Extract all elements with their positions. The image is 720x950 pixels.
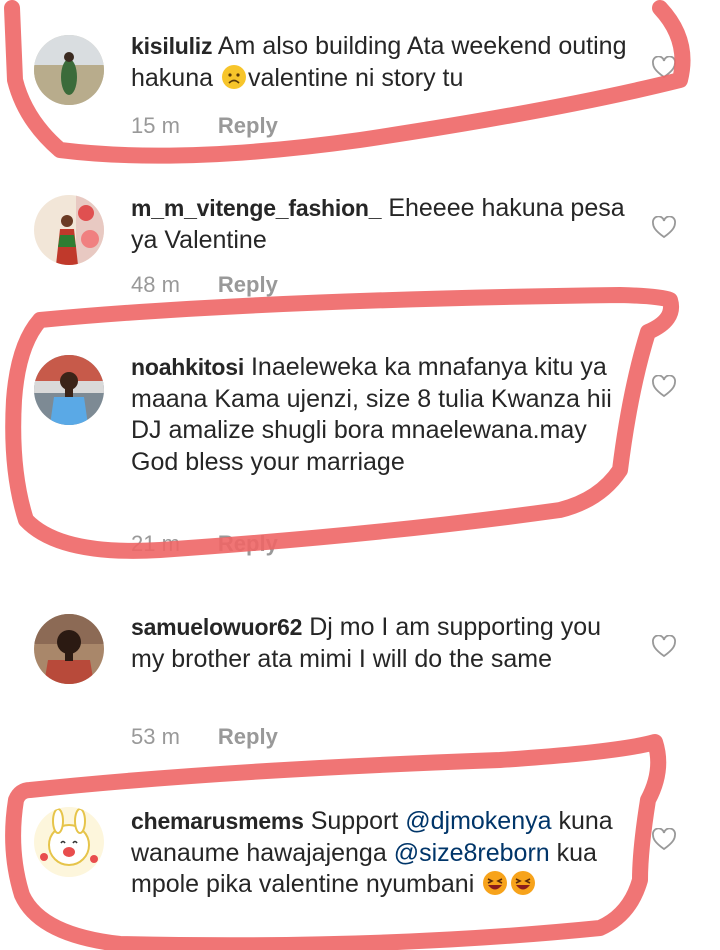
heart-outline-icon[interactable]: [651, 828, 677, 852]
comment-text: chemarusmems Support @djmokenya kuna wan…: [131, 806, 631, 901]
sad-face-emoji: [221, 64, 247, 90]
comment-text: kisiluliz Am also building Ata weekend o…: [131, 31, 631, 94]
avatar[interactable]: [34, 355, 104, 425]
avatar[interactable]: [34, 614, 104, 684]
laughing-face-emoji: [482, 870, 508, 896]
reply-button[interactable]: Reply: [218, 531, 278, 556]
reply-button[interactable]: Reply: [218, 724, 278, 749]
comment-text-part: Support: [310, 807, 406, 835]
timestamp: 48 m: [131, 272, 180, 297]
reply-button[interactable]: Reply: [218, 113, 278, 138]
timestamp: 21 m: [131, 531, 180, 556]
avatar[interactable]: [34, 807, 104, 877]
comment-text: m_m_vitenge_fashion_ Eheeee hakuna pesa …: [131, 193, 631, 256]
heart-outline-icon[interactable]: [651, 56, 677, 80]
reply-button[interactable]: Reply: [218, 272, 278, 297]
username[interactable]: chemarusmems: [131, 808, 304, 834]
heart-outline-icon[interactable]: [651, 216, 677, 240]
timestamp: 53 m: [131, 724, 180, 749]
username[interactable]: kisiluliz: [131, 33, 212, 59]
comment-meta: 15 m Reply: [131, 113, 278, 139]
username[interactable]: noahkitosi: [131, 354, 244, 380]
timestamp: 15 m: [131, 113, 180, 138]
heart-outline-icon[interactable]: [651, 375, 677, 399]
comment-meta: 48 m Reply: [131, 272, 278, 298]
comment-text: samuelowuor62 Dj mo I am supporting you …: [131, 612, 631, 675]
comment-text: noahkitosi Inaeleweka ka mnafanya kitu y…: [131, 352, 631, 478]
mention-link[interactable]: @size8reborn: [394, 839, 550, 867]
avatar[interactable]: [34, 35, 104, 105]
comment-meta: 21 m Reply: [131, 531, 278, 557]
mention-link[interactable]: @djmokenya: [405, 807, 551, 835]
heart-outline-icon[interactable]: [651, 635, 677, 659]
username[interactable]: m_m_vitenge_fashion_: [131, 195, 382, 221]
username[interactable]: samuelowuor62: [131, 614, 302, 640]
laughing-face-emoji: [510, 870, 536, 896]
avatar[interactable]: [34, 195, 104, 265]
comment-meta: 53 m Reply: [131, 724, 278, 750]
comment-text-part: valentine ni story tu: [247, 63, 464, 92]
